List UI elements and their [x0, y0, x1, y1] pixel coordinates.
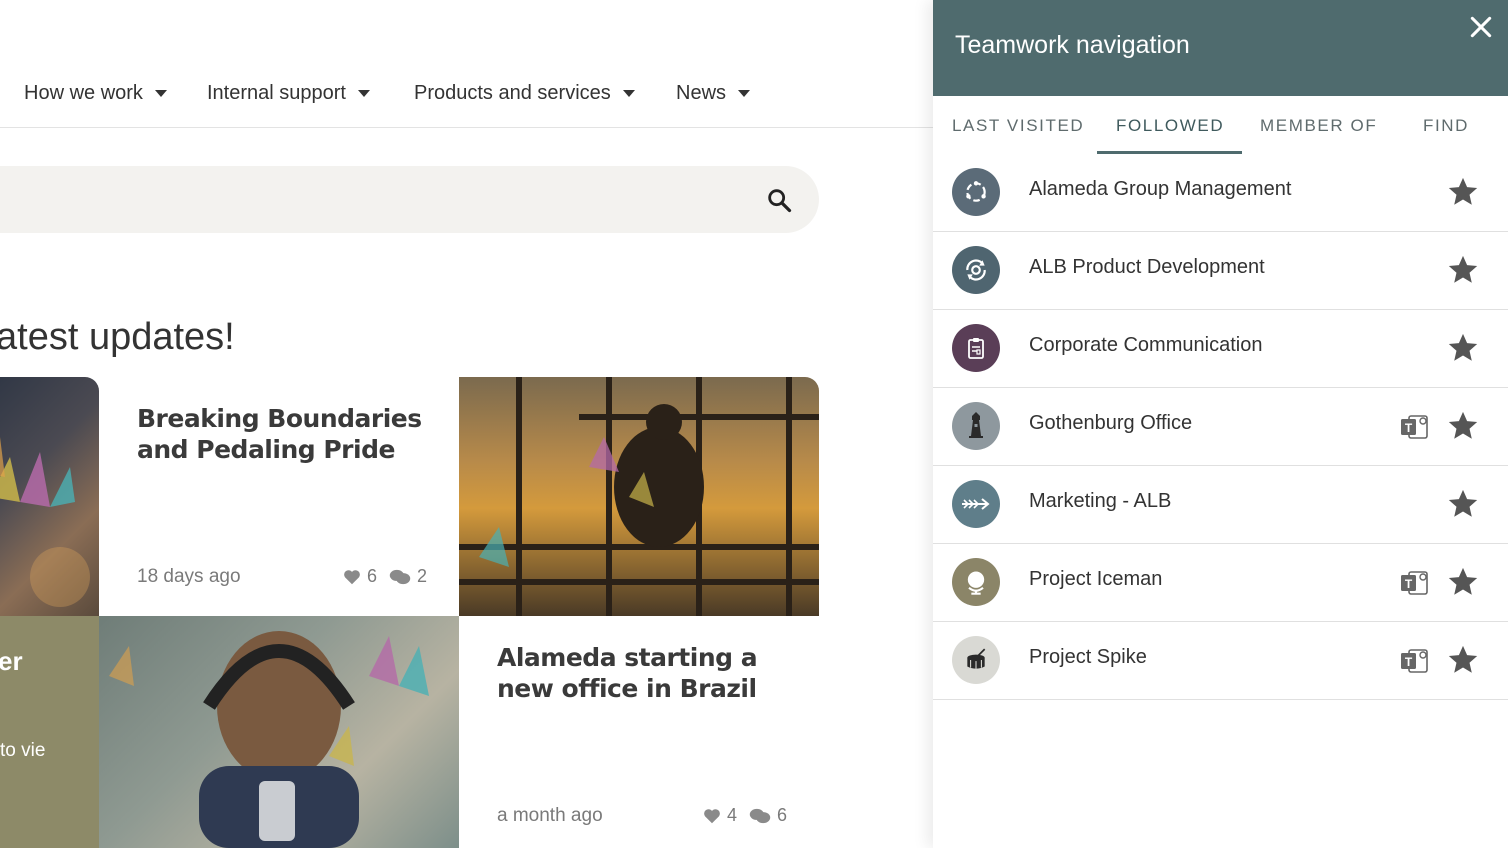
clipboard-icon — [952, 324, 1000, 372]
heart-icon[interactable] — [343, 569, 361, 585]
star-icon[interactable] — [1446, 487, 1480, 521]
item-label[interactable]: ALB Product Development — [1029, 256, 1265, 279]
nav-how-we-work[interactable]: How we work — [24, 82, 167, 105]
cycle-icon — [952, 168, 1000, 216]
item-label[interactable]: Project Iceman — [1029, 568, 1162, 591]
construction-illustration — [459, 377, 819, 616]
svg-text:T: T — [1405, 655, 1413, 669]
caret-down-icon — [622, 90, 635, 97]
drum-icon — [952, 636, 1000, 684]
nav-news[interactable]: News — [676, 82, 751, 105]
comments-icon[interactable] — [749, 808, 771, 824]
tab-last-visited[interactable]: LAST VISITED — [952, 116, 1084, 136]
item-label[interactable]: Gothenburg Office — [1029, 412, 1192, 435]
person-with-headphones-illustration — [109, 631, 429, 848]
teamwork-navigation-panel: Teamwork navigation LAST VISITED FOLLOWE… — [933, 0, 1508, 848]
tab-member-of[interactable]: MEMBER OF — [1260, 116, 1377, 136]
tab-followed[interactable]: FOLLOWED — [1116, 116, 1224, 136]
item-label[interactable]: Corporate Communication — [1029, 334, 1262, 357]
decorative-triangles — [0, 437, 90, 607]
heart-icon[interactable] — [703, 808, 721, 824]
news-card-olive[interactable]: er to vie — [0, 616, 99, 848]
star-icon[interactable] — [1446, 253, 1480, 287]
likes-count: 4 — [727, 805, 738, 825]
close-icon[interactable] — [1468, 14, 1494, 40]
star-icon[interactable] — [1446, 331, 1480, 365]
star-icon[interactable] — [1446, 565, 1480, 599]
nav-products-and-services[interactable]: Products and services — [414, 82, 635, 105]
gear-cycle-icon — [952, 246, 1000, 294]
card-stats: 6 2 — [343, 566, 427, 587]
nav-internal-support[interactable]: Internal support — [207, 82, 370, 105]
news-card[interactable]: Breaking Boundaries and Pedaling Pride 1… — [99, 377, 459, 616]
caret-down-icon — [154, 90, 167, 97]
news-image-person[interactable] — [99, 616, 459, 848]
caret-down-icon — [738, 90, 751, 97]
card-title-fragment: er — [0, 646, 23, 676]
card-date: 18 days ago — [137, 566, 241, 587]
search-icon[interactable] — [765, 186, 793, 214]
likes-count: 6 — [367, 566, 378, 586]
comments-count: 6 — [777, 805, 788, 825]
comments-icon[interactable] — [389, 569, 411, 585]
caret-down-icon — [357, 90, 370, 97]
arrow-icon — [952, 480, 1000, 528]
card-stats: 4 6 — [703, 805, 787, 826]
star-icon[interactable] — [1446, 643, 1480, 677]
panel-title: Teamwork navigation — [955, 31, 1190, 59]
followed-list: Alameda Group Management ALB Product Dev… — [933, 154, 1508, 700]
teams-icon[interactable]: T — [1400, 646, 1430, 676]
card-date: a month ago — [497, 805, 603, 826]
list-item[interactable]: Gothenburg Office T — [933, 388, 1508, 466]
nav-label: How we work — [24, 82, 143, 104]
card-text-fragment: to vie — [0, 740, 46, 761]
panel-header: Teamwork navigation — [933, 0, 1508, 96]
comments-count: 2 — [417, 566, 428, 586]
nav-label: Internal support — [207, 82, 346, 104]
list-item[interactable]: ALB Product Development — [933, 232, 1508, 310]
globe-icon — [952, 558, 1000, 606]
nav-label: Products and services — [414, 82, 611, 104]
item-label[interactable]: Marketing - ALB — [1029, 490, 1171, 513]
item-label[interactable]: Alameda Group Management — [1029, 178, 1291, 201]
star-icon[interactable] — [1446, 175, 1480, 209]
card-title[interactable]: Alameda starting a new office in Brazil — [497, 642, 787, 704]
search-input[interactable] — [0, 166, 819, 233]
list-item[interactable]: Corporate Communication — [933, 310, 1508, 388]
news-image-left[interactable] — [0, 377, 99, 616]
list-item[interactable]: Project Iceman T — [933, 544, 1508, 622]
teams-icon[interactable]: T — [1400, 412, 1430, 442]
top-navigation: How we work Internal support Products an… — [0, 62, 933, 128]
list-item[interactable]: Project Spike T — [933, 622, 1508, 700]
news-image-construction[interactable] — [459, 377, 819, 616]
star-icon[interactable] — [1446, 409, 1480, 443]
panel-tabs: LAST VISITED FOLLOWED MEMBER OF FIND — [933, 96, 1508, 154]
card-title[interactable]: Breaking Boundaries and Pedaling Pride — [137, 403, 427, 465]
list-item[interactable]: Alameda Group Management — [933, 154, 1508, 232]
list-item[interactable]: Marketing - ALB — [933, 466, 1508, 544]
item-label[interactable]: Project Spike — [1029, 646, 1147, 669]
section-title: atest updates! — [0, 316, 235, 358]
nav-label: News — [676, 82, 727, 104]
svg-text:T: T — [1405, 577, 1413, 591]
teams-icon[interactable]: T — [1400, 568, 1430, 598]
svg-text:T: T — [1405, 421, 1413, 435]
news-card[interactable]: Alameda starting a new office in Brazil … — [459, 616, 819, 848]
lighthouse-icon — [952, 402, 1000, 450]
tab-find[interactable]: FIND — [1423, 116, 1469, 136]
